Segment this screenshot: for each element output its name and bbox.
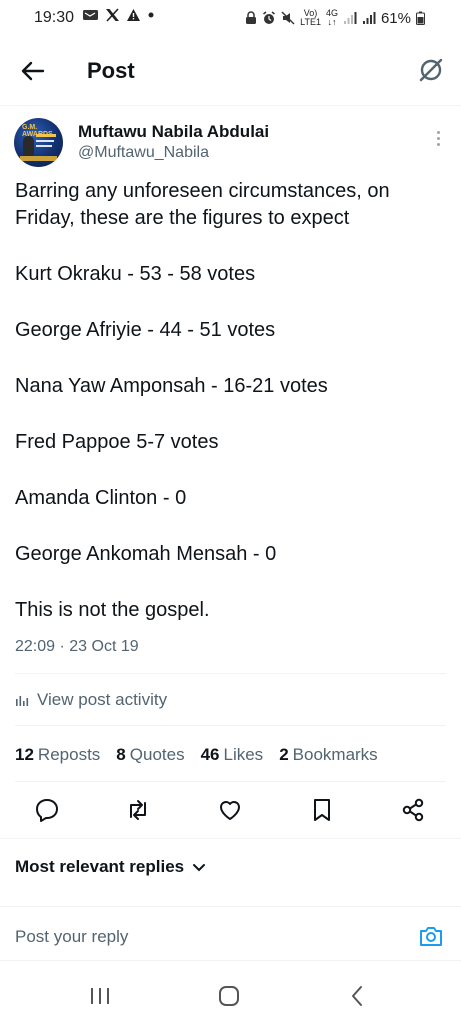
post-line: Nana Yaw Amponsah - 16-21 votes [15,375,328,397]
warning-icon [127,9,140,21]
system-back-button[interactable] [346,984,370,1008]
quotes-stat[interactable]: 8 Quotes [116,745,184,765]
bookmark-button[interactable] [307,795,337,825]
view-post-activity-label: View post activity [37,690,168,709]
post-line: Fred Pappoe 5-7 votes [15,431,219,453]
battery-percent: 61% [380,9,411,27]
arrow-left-icon [21,61,45,81]
camera-button[interactable] [417,922,445,950]
post-line: Barring any unforeseen circumstances, on… [15,180,390,229]
like-icon [220,801,240,820]
reply-input[interactable]: Post your reply [15,927,128,947]
more-icon [436,131,440,134]
chevron-down-icon [193,864,206,872]
camera-icon [420,927,442,946]
like-button[interactable] [215,795,245,825]
x-logo-icon [106,8,119,22]
analytics-icon [16,696,29,706]
back-button[interactable] [18,58,48,84]
view-post-activity[interactable]: View post activity [15,690,167,710]
back-icon [352,986,362,1006]
repost-button[interactable] [123,795,153,825]
recents-icon [91,988,109,1004]
reply-button[interactable] [32,795,62,825]
post-stats: 12 Reposts 8 Quotes 46 Likes 2 Bookmarks [15,745,378,765]
lock-icon [246,11,257,24]
divider [15,781,446,782]
divider [0,960,461,961]
replies-sort-label: Most relevant replies [15,857,185,876]
bookmark-icon [314,799,330,821]
grok-icon [419,58,443,82]
dot-icon [148,12,154,18]
reposts-stat[interactable]: 12 Reposts [15,745,100,765]
post-line: George Afriyie - 44 - 51 votes [15,319,276,341]
share-icon [402,798,424,822]
status-time: 19:30 [34,9,75,26]
system-nav-bar [0,966,461,1024]
action-bar [0,795,461,827]
volte-indicator: Vo) LTE1 [300,8,321,27]
alarm-icon [263,11,276,24]
divider [0,838,461,839]
post-text: Barring any unforeseen circumstances, on… [15,178,445,624]
status-bar: 19:30 Vo) LTE1 4G ↓↑ 61% [0,0,461,36]
bookmarks-stat[interactable]: 2 Bookmarks [279,745,378,765]
avatar[interactable]: G.M. AWARDS [14,118,63,167]
home-icon [219,986,239,1006]
reply-icon [36,799,58,822]
post-line: Kurt Okraku - 53 - 58 votes [15,263,256,285]
status-right-icons: Vo) LTE1 4G ↓↑ 61% [245,9,425,27]
message-icon [83,10,98,20]
replies-sort-dropdown[interactable]: Most relevant replies [15,857,206,877]
share-button[interactable] [398,795,428,825]
post-line: This is not the gospel. [15,599,210,621]
post-header: Post [0,36,461,106]
author-row: G.M. AWARDS Muftawu Nabila Abdulai @Muft… [14,116,446,172]
grok-button[interactable] [417,56,445,84]
divider [0,906,461,907]
more-options-button[interactable] [430,128,446,152]
post-line: George Ankomah Mensah - 0 [15,543,277,565]
home-button[interactable] [217,984,241,1008]
mute-icon [281,11,295,25]
post-line: Amanda Clinton - 0 [15,487,187,509]
signal-icon [343,12,357,24]
repost-icon [130,800,146,820]
status-left-icons [82,8,155,22]
author-handle[interactable]: @Muftawu_Nabila [78,144,209,162]
network-indicator: 4G ↓↑ [325,8,338,27]
recents-button[interactable] [88,984,112,1008]
divider [15,725,446,726]
page-title: Post [87,58,135,83]
likes-stat[interactable]: 46 Likes [201,745,264,765]
battery-icon [416,11,425,25]
post-timestamp[interactable]: 22:09 · 23 Oct 19 [15,638,139,656]
author-display-name[interactable]: Muftawu Nabila Abdulai [78,122,269,142]
divider [15,673,446,674]
signal-icon [362,12,376,24]
